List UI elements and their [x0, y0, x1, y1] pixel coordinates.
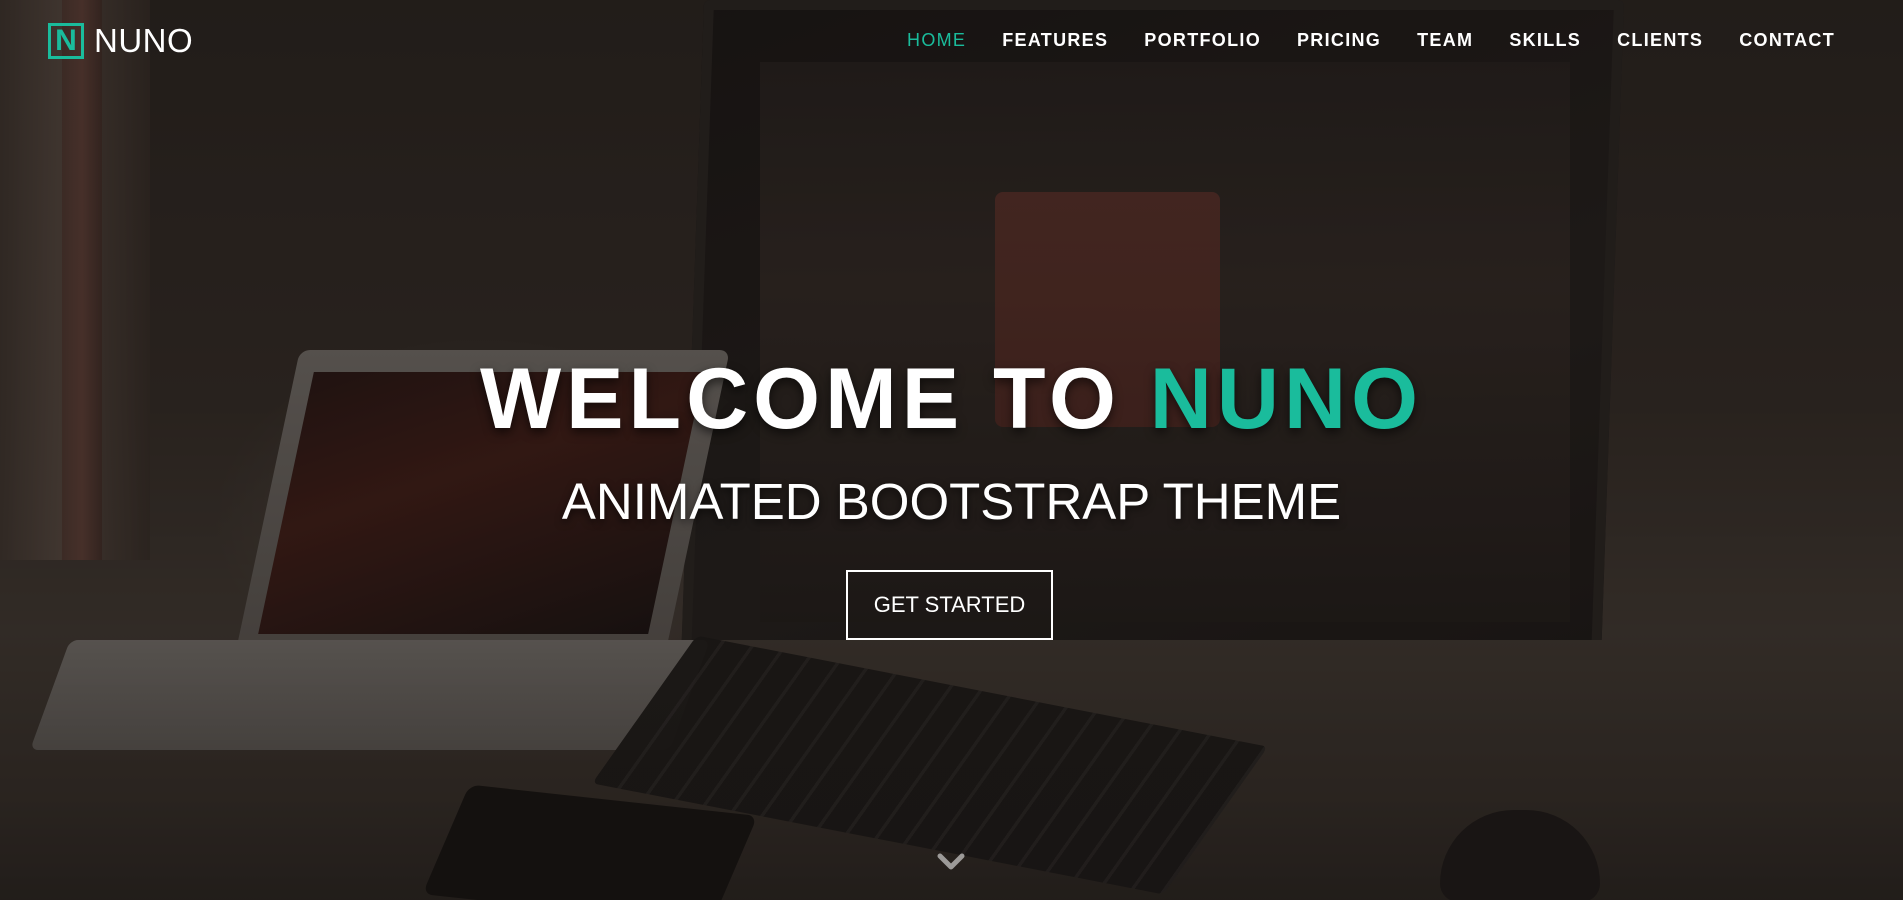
- hero-subtitle: ANIMATED BOOTSTRAP THEME: [561, 473, 1342, 530]
- nav-item-contact[interactable]: CONTACT: [1739, 30, 1835, 51]
- nav-item-skills[interactable]: SKILLS: [1509, 30, 1581, 51]
- hero-title-prefix: WELCOME TO: [480, 351, 1121, 447]
- site-logo[interactable]: N NUNO: [48, 22, 193, 60]
- logo-mark-icon: N: [48, 23, 84, 59]
- main-nav: HOME FEATURES PORTFOLIO PRICING TEAM SKI…: [907, 30, 1835, 51]
- hero-overlay: [0, 0, 1903, 900]
- nav-item-clients[interactable]: CLIENTS: [1617, 30, 1703, 51]
- chevron-down-icon-svg: [937, 853, 965, 870]
- hero-section: N NUNO HOME FEATURES PORTFOLIO PRICING T…: [0, 0, 1903, 900]
- logo-text: NUNO: [94, 22, 194, 59]
- hero-title: WELCOME TO NUNO: [0, 350, 1903, 449]
- nav-item-team[interactable]: TEAM: [1417, 30, 1473, 51]
- get-started-button[interactable]: GET STARTED: [846, 570, 1053, 640]
- nav-item-portfolio[interactable]: PORTFOLIO: [1144, 30, 1261, 51]
- nav-item-features[interactable]: FEATURES: [1002, 30, 1108, 51]
- hero-title-accent: NUNO: [1149, 351, 1423, 447]
- chevron-down-icon[interactable]: [937, 850, 965, 874]
- nav-item-pricing[interactable]: PRICING: [1297, 30, 1381, 51]
- nav-item-home[interactable]: HOME: [907, 30, 966, 51]
